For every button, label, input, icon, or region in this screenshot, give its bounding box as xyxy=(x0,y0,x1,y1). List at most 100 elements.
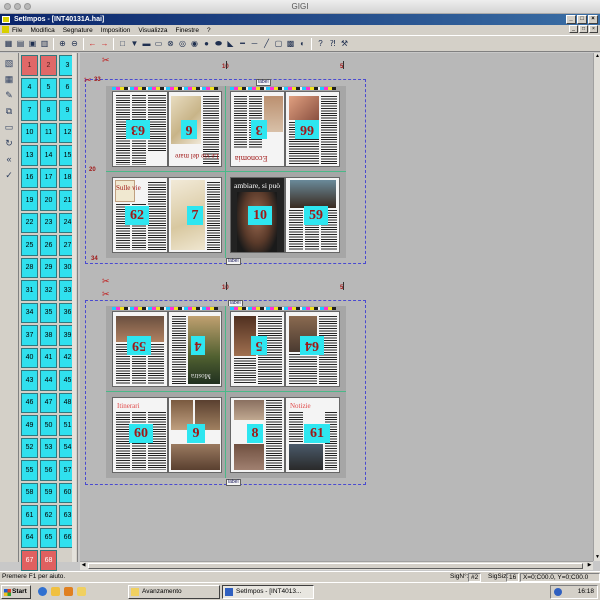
rotate-tool-icon[interactable]: ↻ xyxy=(2,136,16,149)
signature-box[interactable]: 38 xyxy=(40,325,57,346)
crop-icon[interactable]: ◉ xyxy=(189,38,200,49)
scroll-left-icon[interactable]: ◀ xyxy=(80,562,87,569)
menu-modifica[interactable]: Modifica xyxy=(30,27,54,34)
dot-icon[interactable]: ● xyxy=(201,38,212,49)
scissors-icon[interactable]: ✂ xyxy=(102,55,110,66)
minimize-dot-icon[interactable] xyxy=(14,3,21,10)
signature-tool-icon[interactable]: ▧ xyxy=(2,56,16,69)
signature-box[interactable]: 44 xyxy=(40,370,57,391)
signature-box[interactable]: 17 xyxy=(40,167,57,188)
oval-icon[interactable]: ⬬ xyxy=(213,38,224,49)
page-8[interactable]: 8 xyxy=(230,397,285,473)
signature-box[interactable]: 29 xyxy=(40,257,57,278)
page-62[interactable]: Sulle vie 62 xyxy=(112,177,168,253)
page-10[interactable]: ambiare, si può 10 xyxy=(230,177,285,253)
scroll-up-icon[interactable]: ▲ xyxy=(594,53,600,60)
signature-box[interactable]: 32 xyxy=(40,280,57,301)
page-icon[interactable]: □ xyxy=(117,38,128,49)
horizontal-scrollbar[interactable]: ◀ ▶ xyxy=(80,561,593,570)
sheet-2[interactable]: 59 Mostra 4 5 64 Itinerari 60 9 8 Notizi… xyxy=(106,306,346,478)
minimize-button[interactable]: _ xyxy=(566,15,576,24)
signature-box[interactable]: 62 xyxy=(40,505,57,526)
signature-box[interactable]: 35 xyxy=(40,302,57,323)
signature-box[interactable]: 59 xyxy=(40,482,57,503)
signature-box[interactable]: 26 xyxy=(40,235,57,256)
doc-close-button[interactable]: × xyxy=(589,25,598,33)
sheet-1[interactable]: 63 Le vie del mare 6 Economia 3 66 Sulle… xyxy=(106,86,346,258)
page-59[interactable]: 59 xyxy=(285,177,340,253)
arrow-right-icon[interactable]: → xyxy=(99,38,110,49)
signature-box[interactable]: 41 xyxy=(40,347,57,368)
signature-box[interactable]: 11 xyxy=(40,122,57,143)
task-setimpos[interactable]: SetImpos - [INT4013... xyxy=(222,585,314,599)
tools-icon[interactable]: ⚒ xyxy=(339,38,350,49)
page-63[interactable]: 63 xyxy=(112,91,168,167)
scissors-icon[interactable]: ✂ xyxy=(84,75,92,86)
slash-icon[interactable]: ╱ xyxy=(261,38,272,49)
menu-finestre[interactable]: Finestre xyxy=(175,27,198,34)
label-icon[interactable]: ▢ xyxy=(273,38,284,49)
folder-icon[interactable] xyxy=(77,587,86,596)
ie-icon[interactable] xyxy=(38,587,47,596)
signature-box[interactable]: 34 xyxy=(21,302,38,323)
signature-box[interactable]: 67 xyxy=(21,550,38,571)
funnel-icon[interactable]: ▼ xyxy=(129,38,140,49)
scissors-icon[interactable]: ✂ xyxy=(102,289,110,300)
page-9[interactable]: 9 xyxy=(168,397,222,473)
page-66[interactable]: 66 xyxy=(285,91,340,167)
network-icon[interactable] xyxy=(554,588,562,596)
menu-imposition[interactable]: Imposition xyxy=(101,27,131,34)
signature-box[interactable]: 14 xyxy=(40,145,57,166)
signature-box[interactable]: 53 xyxy=(40,437,57,458)
doc-icon[interactable] xyxy=(2,26,9,33)
folder-tool-icon[interactable]: ▭ xyxy=(2,120,16,133)
signature-box[interactable]: 28 xyxy=(21,257,38,278)
menu-segnature[interactable]: Segnature xyxy=(63,27,93,34)
menu-visualizza[interactable]: Visualizza xyxy=(138,27,167,34)
signature-box[interactable]: 25 xyxy=(21,235,38,256)
page-5[interactable]: 5 xyxy=(230,311,285,387)
check-tool-icon[interactable]: ✓ xyxy=(2,168,16,181)
signature-box[interactable]: 58 xyxy=(21,482,38,503)
signature-box[interactable]: 7 xyxy=(21,100,38,121)
save-icon[interactable]: ▣ xyxy=(27,38,38,49)
zoom-in-icon[interactable]: ⊕ xyxy=(57,38,68,49)
signature-box[interactable]: 43 xyxy=(21,370,38,391)
contrast-icon[interactable]: ◐ xyxy=(297,38,308,49)
register-icon[interactable]: ⊗ xyxy=(165,38,176,49)
signature-box[interactable]: 40 xyxy=(21,347,38,368)
scroll-down-icon[interactable]: ▼ xyxy=(594,554,600,561)
grid-tool-icon[interactable]: ▦ xyxy=(2,72,16,85)
dash-icon[interactable]: ━ xyxy=(237,38,248,49)
signature-box[interactable]: 10 xyxy=(21,122,38,143)
signature-box[interactable]: 47 xyxy=(40,392,57,413)
outlook-icon[interactable] xyxy=(51,587,60,596)
media-icon[interactable] xyxy=(64,587,73,596)
signature-box[interactable]: 64 xyxy=(21,527,38,548)
new-icon[interactable]: ▦ xyxy=(3,38,14,49)
signature-box[interactable]: 37 xyxy=(21,325,38,346)
signature-box[interactable]: 55 xyxy=(21,460,38,481)
signature-box[interactable]: 19 xyxy=(21,190,38,211)
signature-box[interactable]: 22 xyxy=(21,212,38,233)
scroll-right-icon[interactable]: ▶ xyxy=(586,562,593,569)
doc-minimize-button[interactable]: _ xyxy=(569,25,578,33)
scroll-thumb[interactable] xyxy=(88,563,583,569)
help-icon[interactable]: ? xyxy=(315,38,326,49)
grid-icon[interactable]: ▩ xyxy=(285,38,296,49)
open-icon[interactable]: ▤ xyxy=(15,38,26,49)
colorbar-icon[interactable]: ▭ xyxy=(153,38,164,49)
line-icon[interactable]: ─ xyxy=(249,38,260,49)
task-avanzamento[interactable]: Avanzamento xyxy=(128,585,220,599)
signature-box[interactable]: 50 xyxy=(40,415,57,436)
signature-box[interactable]: 61 xyxy=(21,505,38,526)
signature-box[interactable]: 8 xyxy=(40,100,57,121)
page-4[interactable]: Mostra 4 xyxy=(168,311,222,387)
close-button[interactable]: × xyxy=(588,15,598,24)
menu-help[interactable]: ? xyxy=(207,27,211,34)
signature-box[interactable]: 2 xyxy=(40,55,57,76)
signature-box[interactable]: 49 xyxy=(21,415,38,436)
pencil-tool-icon[interactable]: ✎ xyxy=(2,88,16,101)
context-help-icon[interactable]: ⁈ xyxy=(327,38,338,49)
vertical-scrollbar[interactable]: ▲ ▼ xyxy=(593,53,600,561)
